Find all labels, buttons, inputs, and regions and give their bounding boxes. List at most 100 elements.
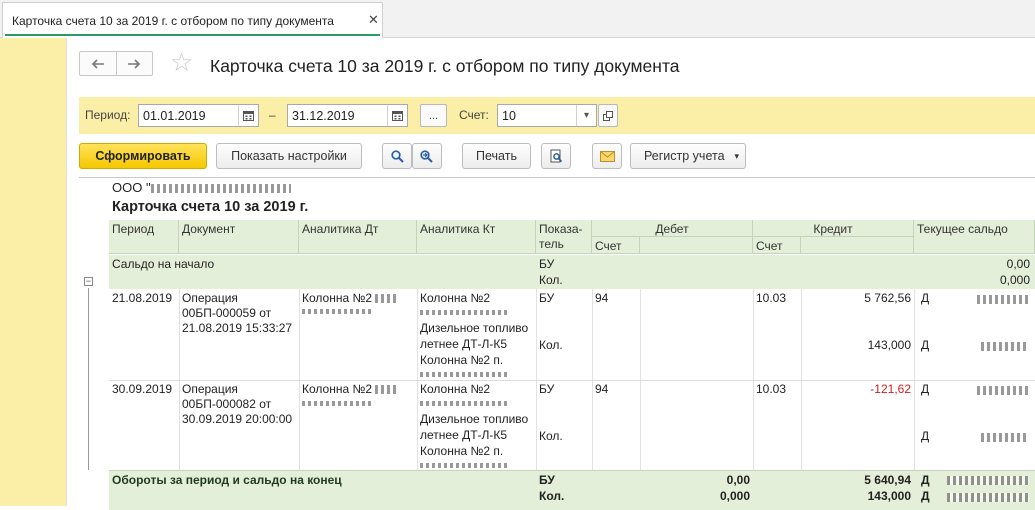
redacted-balance: [947, 493, 1029, 502]
row-doc-line2: 00БП-000059 от: [182, 306, 272, 320]
row-indicator-qty: Кол.: [539, 429, 563, 443]
row-analytics-kt-line5: Колонна №2 п.: [420, 353, 504, 367]
row-credit-account: 10.03: [756, 382, 787, 396]
analytics-dt-text: Колонна №2: [302, 291, 373, 305]
date-from-field[interactable]: 01.01.2019: [138, 104, 259, 127]
row-balance-sign: Д: [921, 291, 930, 305]
search-button[interactable]: [382, 143, 412, 169]
totals-balance-sign-qty: Д: [921, 489, 930, 503]
send-email-button[interactable]: [592, 143, 622, 169]
redacted-organization: [150, 184, 291, 194]
row-doc-line1: Операция: [182, 382, 238, 396]
back-button[interactable]: [80, 52, 116, 75]
totals-debit-qty: 0,000: [719, 489, 750, 503]
generate-button[interactable]: Сформировать: [79, 143, 207, 169]
row-debit-account: 94: [595, 291, 609, 305]
history-nav: [79, 51, 153, 76]
close-icon[interactable]: ✕: [368, 12, 379, 28]
row-balance-sign: Д: [921, 382, 930, 396]
organization-name: ООО ": [112, 180, 291, 195]
account-label: Счет:: [459, 108, 489, 122]
account-field[interactable]: 10 ▾: [497, 104, 597, 127]
col-debit-account: Счет: [592, 237, 640, 254]
tab-report[interactable]: Карточка счета 10 за 2019 г. с отбором п…: [2, 2, 383, 38]
chevron-down-icon[interactable]: ▾: [576, 105, 596, 126]
filter-bar: Период: 01.01.2019 – 31.12.2019 ... Счет…: [79, 97, 1035, 134]
col-debit-amount: [640, 237, 753, 254]
redacted-text: [420, 401, 510, 406]
tab-bar: Карточка счета 10 за 2019 г. с отбором п…: [0, 0, 1035, 38]
opening-indicator-bu: БУ: [539, 257, 555, 271]
row-analytics-dt: Колонна №2: [302, 291, 398, 307]
report-document[interactable]: ООО " Карточка счета 10 за 2019 г. Перио…: [79, 177, 1035, 510]
row-doc-line1: Операция: [182, 291, 238, 305]
row-credit-account: 10.03: [756, 291, 787, 305]
row-debit-account: 94: [595, 382, 609, 396]
favorite-star-icon[interactable]: ☆: [170, 49, 193, 75]
col-indicator-line1: Показа-: [539, 222, 583, 236]
group-line: [88, 288, 89, 470]
totals-credit-amount: 5 640,94: [864, 473, 911, 487]
row-credit-qty: 143,000: [867, 338, 911, 352]
calendar-icon[interactable]: [387, 105, 407, 126]
row-doc-line2: 00БП-000082 от: [182, 397, 272, 411]
totals-indicator-qty: Кол.: [539, 489, 565, 503]
register-label: Регистр учета: [644, 149, 725, 163]
search-next-button[interactable]: [412, 143, 442, 169]
print-preview-button[interactable]: [541, 143, 571, 169]
row-indicator-bu: БУ: [539, 291, 555, 305]
tab-active-indicator: [5, 34, 380, 36]
row-analytics-kt-line3: Дизельное топливо: [420, 412, 529, 426]
row-analytics-kt-line5: Колонна №2 п.: [420, 444, 504, 458]
calendar-icon[interactable]: [238, 105, 258, 126]
print-preview-icon: [550, 149, 562, 163]
redacted-balance: [981, 433, 1029, 442]
col-period: Период: [109, 220, 179, 254]
row-indicator-bu: БУ: [539, 382, 555, 396]
opening-balance-bu: 0,00: [1006, 257, 1030, 271]
opening-balance-row: [109, 255, 1035, 289]
forward-button[interactable]: [115, 52, 153, 75]
redacted-text: [375, 294, 398, 304]
organization-text: ООО ": [112, 180, 151, 195]
redacted-text: [302, 309, 372, 314]
redacted-balance: [977, 386, 1029, 395]
date-from-value: 01.01.2019: [143, 109, 206, 123]
totals-label: Обороты за период и сальдо на конец: [112, 473, 342, 487]
redacted-balance: [981, 342, 1029, 351]
redacted-text: [420, 463, 510, 468]
arrow-right-icon: [128, 58, 141, 69]
col-balance: Текущее сальдо: [914, 220, 1035, 254]
show-settings-button[interactable]: Показать настройки: [216, 143, 362, 169]
redacted-text: [420, 372, 510, 377]
opening-label: Сальдо на начало: [112, 257, 215, 271]
redacted-text: [302, 401, 372, 406]
col-debit: Дебет: [592, 220, 753, 237]
search-next-icon: [420, 149, 433, 163]
print-button[interactable]: Печать: [462, 143, 531, 169]
col-analytics-kt: Аналитика Кт: [417, 220, 536, 254]
open-account-button[interactable]: [598, 104, 618, 127]
date-to-field[interactable]: 31.12.2019: [287, 104, 408, 127]
date-to-value: 31.12.2019: [292, 109, 355, 123]
arrow-left-icon: [91, 58, 104, 69]
col-analytics-dt: Аналитика Дт: [299, 220, 417, 254]
register-button[interactable]: Регистр учета ▾: [630, 143, 746, 169]
report-title: Карточка счета 10 за 2019 г.: [112, 199, 309, 215]
col-document: Документ: [179, 220, 299, 254]
divider: [109, 380, 1035, 381]
collapse-group-icon[interactable]: −: [84, 277, 93, 286]
row-analytics-kt-line1: Колонна №2: [420, 382, 491, 396]
period-label: Период:: [85, 108, 131, 122]
period-select-button[interactable]: ...: [420, 104, 447, 127]
divider: [66, 38, 67, 506]
redacted-balance: [977, 295, 1029, 304]
row-credit-amount: 5 762,56: [864, 291, 911, 305]
col-indicator-line2: тель: [539, 237, 564, 251]
row-balance-sign-qty: Д: [921, 429, 930, 443]
row-analytics-kt-line1: Колонна №2: [420, 291, 491, 305]
open-window-icon: [603, 110, 613, 121]
period-dash: –: [269, 108, 276, 122]
redacted-balance: [947, 476, 1029, 485]
tab-title[interactable]: Карточка счета 10 за 2019 г. с отбором п…: [12, 14, 334, 28]
